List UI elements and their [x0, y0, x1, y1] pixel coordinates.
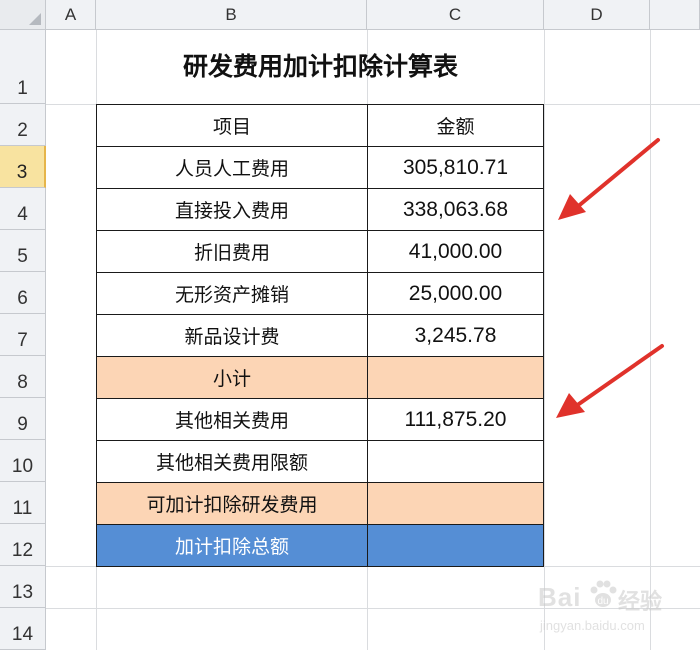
- item-cell[interactable]: 其他相关费用: [96, 398, 368, 441]
- svg-text:du: du: [597, 596, 608, 607]
- header-amount-cell[interactable]: 金额: [367, 104, 544, 147]
- amount-cell-deductible[interactable]: [367, 482, 544, 525]
- row-header-13[interactable]: 13: [0, 566, 46, 608]
- amount-cell-total[interactable]: [367, 524, 544, 567]
- watermark-brand2: 经验: [618, 590, 663, 615]
- watermark-logo: Bai du 经验 jingyan.baidu.com: [532, 574, 692, 636]
- amount-cell-subtotal[interactable]: [367, 356, 544, 399]
- paw-icon: du: [590, 580, 617, 607]
- row-header-6[interactable]: 6: [0, 272, 46, 314]
- amount-cell[interactable]: 305,810.71: [367, 146, 544, 189]
- amount-cell[interactable]: [367, 440, 544, 483]
- red-arrow-icon: [556, 344, 664, 418]
- amount-cell[interactable]: 338,063.68: [367, 188, 544, 231]
- item-cell-total[interactable]: 加计扣除总额: [96, 524, 368, 567]
- item-cell[interactable]: 新品设计费: [96, 314, 368, 357]
- row-header-8[interactable]: 8: [0, 356, 46, 398]
- item-cell[interactable]: 其他相关费用限额: [96, 440, 368, 483]
- row-header-5[interactable]: 5: [0, 230, 46, 272]
- gridline: [544, 30, 545, 650]
- red-arrow-icon: [558, 138, 660, 220]
- column-header-c[interactable]: C: [367, 0, 544, 30]
- row-header-14[interactable]: 14: [0, 608, 46, 650]
- select-all-icon: [29, 13, 41, 25]
- watermark-brand: Bai: [538, 582, 582, 612]
- column-header-b[interactable]: B: [96, 0, 367, 30]
- watermark-url: jingyan.baidu.com: [540, 618, 645, 633]
- item-cell-deductible[interactable]: 可加计扣除研发费用: [96, 482, 368, 525]
- row-header-7[interactable]: 7: [0, 314, 46, 356]
- item-cell-subtotal[interactable]: 小计: [96, 356, 368, 399]
- item-cell[interactable]: 折旧费用: [96, 230, 368, 273]
- item-cell[interactable]: 直接投入费用: [96, 188, 368, 231]
- row-header-2[interactable]: 2: [0, 104, 46, 146]
- amount-cell[interactable]: 3,245.78: [367, 314, 544, 357]
- amount-cell[interactable]: 111,875.20: [367, 398, 544, 441]
- row-header-11[interactable]: 11: [0, 482, 46, 524]
- column-header-a[interactable]: A: [46, 0, 96, 30]
- column-header-d[interactable]: D: [544, 0, 650, 30]
- row-header-10[interactable]: 10: [0, 440, 46, 482]
- item-cell[interactable]: 无形资产摊销: [96, 272, 368, 315]
- row-header-12[interactable]: 12: [0, 524, 46, 566]
- row-header-1[interactable]: 1: [0, 30, 46, 104]
- row-header-4[interactable]: 4: [0, 188, 46, 230]
- amount-cell[interactable]: 25,000.00: [367, 272, 544, 315]
- header-item-cell[interactable]: 项目: [96, 104, 368, 147]
- column-header-e[interactable]: [650, 0, 700, 30]
- item-cell[interactable]: 人员人工费用: [96, 146, 368, 189]
- row-header-9[interactable]: 9: [0, 398, 46, 440]
- amount-cell[interactable]: 41,000.00: [367, 230, 544, 273]
- row-header-3[interactable]: 3: [0, 146, 46, 188]
- select-all-corner[interactable]: [0, 0, 46, 30]
- sheet-title[interactable]: 研发费用加计扣除计算表: [97, 44, 544, 86]
